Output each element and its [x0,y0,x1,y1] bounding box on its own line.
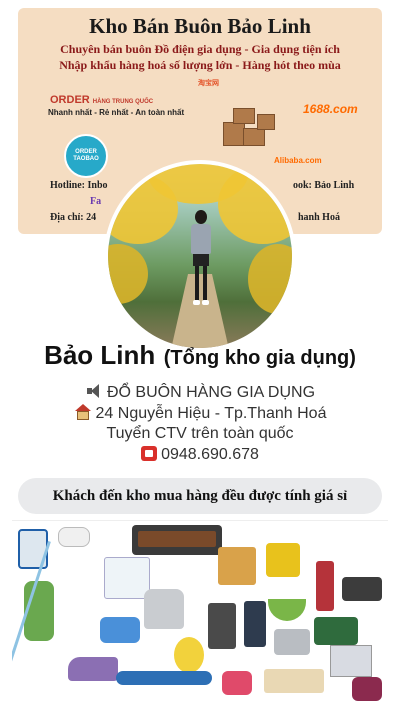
bio-line-3: Tuyển CTV trên toàn quốc [106,425,294,442]
taobao-logo: 淘宝网 [198,80,219,87]
cover-tagline-2: Nhập khẩu hàng hoá số lượng lớn - Hàng h… [59,58,341,72]
cover-title: Kho Bán Buôn Bảo Linh [89,14,311,38]
profile-subname: (Tổng kho gia dụng) [163,347,356,369]
avatar-photo [108,164,292,348]
cover-address: Địa chỉ: 24 [50,212,97,223]
house-icon [74,404,92,420]
speaker-icon [85,383,103,399]
profile-avatar[interactable] [104,160,296,352]
telephone-icon [141,446,158,461]
order-tags: Nhanh nhất - Rẻ nhất - An toàn nhất [48,108,185,117]
alibaba-logo: Alibaba.com [274,156,322,165]
products-photo[interactable] [12,520,388,711]
promo-banner[interactable]: Khách đến kho mua hàng đều được tính giá… [18,478,382,514]
cover-hotline: Hotline: Inbo [50,180,108,191]
bio-phone[interactable]: 0948.690.678 [0,446,400,464]
cover-tagline-1: Chuyên bán buôn Đồ điện gia dụng - Gia d… [60,42,340,56]
cargo-boxes-graphic [223,108,275,146]
cover-facebook: ook: Bảo Linh [293,180,355,191]
bio-line-2: 24 Nguyễn Hiệu - Tp.Thanh Hoá [0,404,400,423]
cover-city: hanh Hoá [298,212,340,223]
order-taobao-badge: ORDER TAOBAO [64,134,108,178]
cover-fanpage: Fa [90,196,102,207]
profile-name: Bảo Linh [44,340,156,370]
order-label: ORDER HÀNG TRUNG QUỐC [50,94,154,106]
1688-logo: 1688.com [303,102,358,116]
bio-line-1: ĐỔ BUÔN HÀNG GIA DỤNG [0,383,400,402]
profile-name-row: Bảo Linh (Tổng kho gia dụng) [0,340,400,371]
